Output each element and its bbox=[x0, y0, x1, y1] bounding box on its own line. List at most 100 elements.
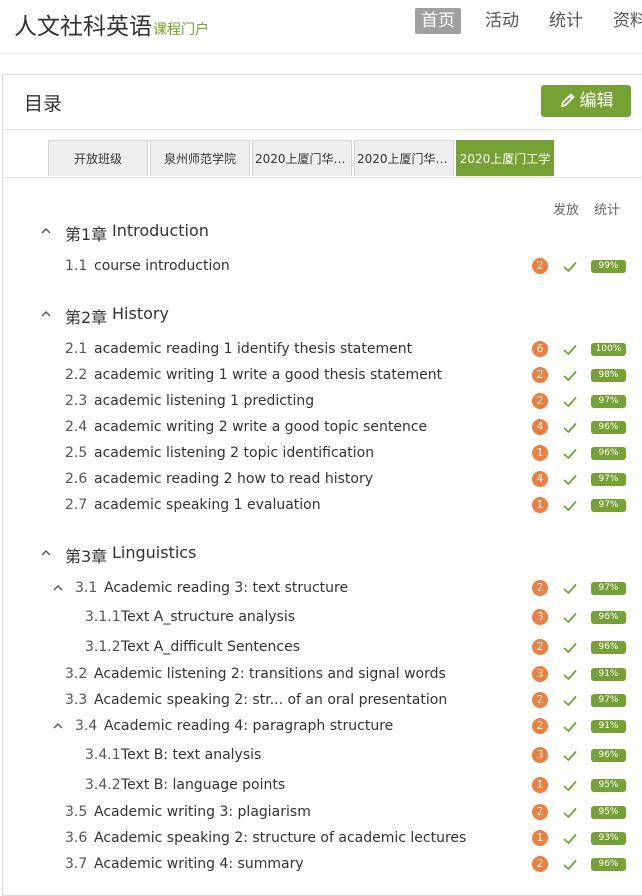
row-title[interactable]: academic speaking 1 evaluation bbox=[94, 497, 321, 513]
chevron-up-icon[interactable] bbox=[51, 581, 65, 595]
checkmark-icon[interactable] bbox=[562, 259, 578, 275]
pending-count-badge: 2 bbox=[532, 718, 548, 734]
lesson-row: 2.1 academic reading 1 identify thesis st… bbox=[3, 339, 642, 361]
row-title[interactable]: Text B: language points bbox=[121, 777, 285, 793]
column-release: 发放 bbox=[553, 203, 580, 218]
checkmark-icon[interactable] bbox=[562, 640, 578, 656]
completion-rate: 97% bbox=[591, 499, 626, 512]
chapter-row: 第1章 Introduction bbox=[3, 221, 642, 244]
checkmark-icon[interactable] bbox=[562, 667, 578, 683]
row-title[interactable]: Introduction bbox=[112, 221, 209, 240]
completion-rate: 97% bbox=[591, 694, 626, 707]
row-number: 3.4.2 bbox=[85, 777, 121, 793]
row-title[interactable]: Text B: text analysis bbox=[121, 747, 261, 763]
row-title[interactable]: academic writing 2 write a good topic se… bbox=[94, 419, 427, 435]
edit-button[interactable]: 编辑 bbox=[541, 85, 631, 117]
tab-xiamen-institute[interactable]: 2020上厦门工学 bbox=[456, 140, 554, 176]
row-title[interactable]: Academic writing 3: plagiarism bbox=[94, 804, 311, 820]
pending-count-badge: 2 bbox=[532, 804, 548, 820]
row-title[interactable]: Academic speaking 2: structure of academ… bbox=[94, 830, 466, 846]
checkmark-icon[interactable] bbox=[562, 581, 578, 597]
checkmark-icon[interactable] bbox=[562, 719, 578, 735]
nav-statistics[interactable]: 统计 bbox=[543, 8, 589, 34]
checkmark-icon[interactable] bbox=[562, 394, 578, 410]
completion-rate: 91% bbox=[591, 668, 626, 681]
lesson-row: 3.1.1 Text A_structure analysis 3 96% bbox=[3, 607, 642, 629]
chevron-up-icon[interactable] bbox=[51, 719, 65, 733]
lesson-row: 3.3 Academic speaking 2: str... of an ora… bbox=[3, 690, 642, 712]
checkmark-icon[interactable] bbox=[562, 368, 578, 384]
row-number: 第2章 bbox=[65, 308, 108, 327]
checkmark-icon[interactable] bbox=[562, 446, 578, 462]
checkmark-icon[interactable] bbox=[562, 472, 578, 488]
site-brand[interactable]: 人文社科英语课程门户 bbox=[14, 7, 209, 41]
checkmark-icon[interactable] bbox=[562, 693, 578, 709]
nav-home[interactable]: 首页 bbox=[415, 8, 461, 34]
chevron-up-icon[interactable] bbox=[39, 224, 53, 238]
completion-rate: 98% bbox=[591, 369, 626, 382]
chevron-up-icon[interactable] bbox=[39, 307, 53, 321]
row-number: 2.4 bbox=[65, 419, 88, 435]
checkmark-icon[interactable] bbox=[562, 805, 578, 821]
tab-quanzhou-normal[interactable]: 泉州师范学院 bbox=[150, 140, 250, 176]
lesson-row: 3.4 Academic reading 4: paragraph structu… bbox=[3, 716, 642, 738]
checkmark-icon[interactable] bbox=[562, 778, 578, 794]
checkmark-icon[interactable] bbox=[562, 831, 578, 847]
lesson-row: 2.5 academic listening 2 topic identifica… bbox=[3, 443, 642, 465]
row-title[interactable]: Academic reading 3: text structure bbox=[104, 580, 348, 596]
column-stats: 统计 bbox=[594, 203, 621, 218]
row-number: 3.1.1 bbox=[85, 609, 121, 625]
row-title[interactable]: History bbox=[112, 304, 169, 323]
tab-xiamen-huaxia-1[interactable]: 2020上厦门华厦... bbox=[252, 140, 352, 176]
row-number: 3.2 bbox=[65, 666, 88, 682]
row-title[interactable]: Linguistics bbox=[112, 543, 196, 562]
row-title[interactable]: academic writing 1 write a good thesis s… bbox=[94, 367, 442, 383]
brand-subtitle: 课程门户 bbox=[153, 22, 209, 38]
row-title[interactable]: academic listening 1 predicting bbox=[94, 393, 314, 409]
edit-button-label: 编辑 bbox=[579, 91, 614, 111]
nav-materials[interactable]: 资料 bbox=[607, 8, 642, 34]
row-number: 3.4 bbox=[75, 718, 98, 734]
tab-open-class[interactable]: 开放班级 bbox=[48, 140, 148, 176]
lesson-row: 2.2 academic writing 1 write a good thesi… bbox=[3, 365, 642, 387]
row-number: 2.6 bbox=[65, 471, 88, 487]
row-title[interactable]: Academic speaking 2: str... of an oral p… bbox=[94, 692, 447, 708]
panel-header: 目录 编辑 bbox=[3, 75, 642, 130]
checkmark-icon[interactable] bbox=[562, 610, 578, 626]
completion-rate: 96% bbox=[591, 611, 626, 624]
checkmark-icon[interactable] bbox=[562, 748, 578, 764]
lesson-row: 1.1 course introduction 2 99% bbox=[3, 256, 642, 278]
chevron-up-icon[interactable] bbox=[39, 546, 53, 560]
pending-count-badge: 1 bbox=[532, 830, 548, 846]
checkmark-icon[interactable] bbox=[562, 420, 578, 436]
panel-title: 目录 bbox=[24, 93, 63, 115]
checkmark-icon[interactable] bbox=[562, 342, 578, 358]
pending-count-badge: 2 bbox=[532, 856, 548, 872]
row-title[interactable]: academic reading 2 how to read history bbox=[94, 471, 373, 487]
row-title[interactable]: Academic reading 4: paragraph structure bbox=[104, 718, 393, 734]
completion-rate: 95% bbox=[591, 806, 626, 819]
tab-xiamen-huaxia-2[interactable]: 2020上厦门华厦... bbox=[354, 140, 454, 176]
pending-count-badge: 3 bbox=[532, 747, 548, 763]
row-title[interactable]: Text A_structure analysis bbox=[121, 609, 295, 625]
row-title[interactable]: Text A_difficult Sentences bbox=[121, 639, 300, 655]
row-number: 2.3 bbox=[65, 393, 88, 409]
lesson-row: 2.3 academic listening 1 predicting 2 97% bbox=[3, 391, 642, 413]
nav-activities[interactable]: 活动 bbox=[479, 8, 525, 34]
chapter-row: 第2章 History bbox=[3, 304, 642, 327]
lesson-row: 3.1.2 Text A_difficult Sentences 2 96% bbox=[3, 637, 642, 659]
row-number: 1.1 bbox=[65, 258, 88, 274]
completion-rate: 96% bbox=[591, 447, 626, 460]
checkmark-icon[interactable] bbox=[562, 857, 578, 873]
row-title[interactable]: Academic listening 2: transitions and si… bbox=[94, 666, 446, 682]
completion-rate: 96% bbox=[591, 749, 626, 762]
row-title[interactable]: course introduction bbox=[94, 258, 230, 274]
row-title[interactable]: Academic writing 4: summary bbox=[94, 856, 304, 872]
top-header: 人文社科英语课程门户 首页 活动 统计 资料 bbox=[0, 0, 642, 54]
row-title[interactable]: academic listening 2 topic identificatio… bbox=[94, 445, 374, 461]
row-title[interactable]: academic reading 1 identify thesis state… bbox=[94, 341, 412, 357]
completion-rate: 97% bbox=[591, 473, 626, 486]
checkmark-icon[interactable] bbox=[562, 498, 578, 514]
row-number: 2.5 bbox=[65, 445, 88, 461]
completion-rate: 96% bbox=[591, 421, 626, 434]
